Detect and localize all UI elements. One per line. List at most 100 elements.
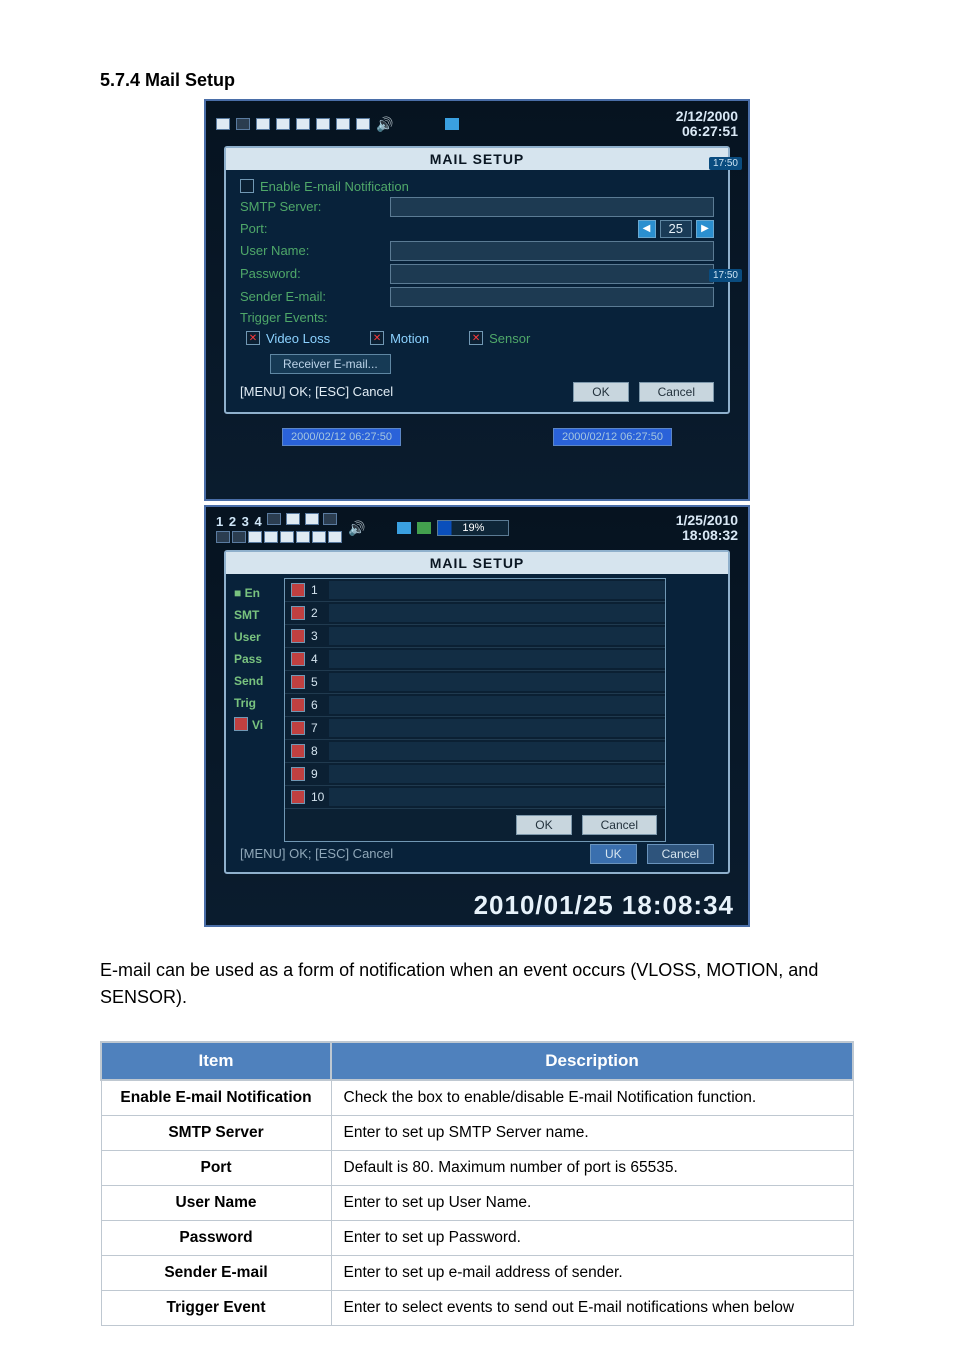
time-text: 06:27:51 (676, 124, 738, 139)
channel-indicator (248, 531, 262, 543)
ok-button[interactable]: OK (516, 815, 571, 835)
hint-text: [MENU] OK; [ESC] Cancel (240, 846, 580, 861)
channel-indicator (356, 118, 370, 130)
recv-checkbox[interactable] (291, 629, 305, 643)
port-increment-button[interactable]: ▶ (696, 220, 714, 238)
recv-checkbox[interactable] (291, 767, 305, 781)
list-item: 9 (285, 763, 665, 786)
dialog-body: Enable E-mail Notification SMTP Server: … (226, 170, 728, 412)
sensor-checkbox[interactable]: ✕ (469, 331, 483, 345)
popup-footer: OK Cancel (285, 809, 665, 841)
user-row: User Name: (240, 241, 714, 261)
recv-input[interactable] (329, 765, 665, 783)
pass-input[interactable] (390, 264, 714, 284)
dialog-footer: [MENU] OK; [ESC] Cancel OK Cancel (240, 382, 714, 402)
trigger-sensor: ✕ Sensor (469, 331, 530, 346)
time-badge: 17:50 (709, 269, 742, 282)
enable-label: Enable E-mail Notification (260, 179, 409, 194)
recv-checkbox[interactable] (291, 698, 305, 712)
ok-button[interactable]: OK (573, 382, 628, 402)
label-pass: Pass (234, 648, 263, 670)
digits-text: 1 2 3 4 (216, 514, 263, 529)
recv-checkbox[interactable] (291, 652, 305, 666)
table-row: User NameEnter to set up User Name. (101, 1186, 853, 1221)
channel-boxes-row2 (216, 531, 342, 543)
smtp-input[interactable] (390, 197, 714, 217)
disk-icon (417, 522, 431, 534)
channel-indicator (336, 118, 350, 130)
cancel-button[interactable]: Cancel (582, 815, 657, 835)
screenshot-stack: 🔊 2/12/2000 06:27:51 17:50 17:50 MAIL SE… (204, 99, 750, 927)
recv-input[interactable] (329, 742, 665, 760)
channel-indicator (216, 531, 230, 543)
recv-checkbox[interactable] (291, 583, 305, 597)
sender-input[interactable] (390, 287, 714, 307)
port-value: 25 (660, 220, 692, 238)
vloss-checkbox[interactable]: ✕ (246, 331, 260, 345)
channel-area: 1 2 3 4 (216, 513, 342, 543)
recv-input[interactable] (329, 604, 665, 622)
shot2-status-bar: 1 2 3 4 (206, 507, 748, 544)
receiver-email-button[interactable]: Receiver E-mail... (270, 354, 391, 374)
description-table: Item Description Enable E-mail Notificat… (100, 1041, 854, 1326)
vloss-label: Video Loss (266, 331, 330, 346)
recv-checkbox[interactable] (291, 744, 305, 758)
channel-indicator (236, 118, 250, 130)
channel-indicator (296, 118, 310, 130)
pass-row: Password: (240, 264, 714, 284)
channel-indicator (267, 513, 281, 525)
table-cell-desc: Enter to set up User Name. (331, 1186, 853, 1221)
recv-input[interactable] (329, 696, 665, 714)
timestamp-left: 2000/02/12 06:27:50 (282, 428, 401, 446)
recv-checkbox[interactable] (291, 675, 305, 689)
label-vi: Vi (234, 714, 263, 736)
port-label: Port: (240, 221, 390, 236)
motion-checkbox[interactable]: ✕ (370, 331, 384, 345)
mail-setup-dialog: MAIL SETUP Enable E-mail Notification SM… (224, 146, 730, 414)
recv-checkbox[interactable] (291, 606, 305, 620)
date-text: 2/12/2000 (676, 109, 738, 124)
label-smt: SMT (234, 604, 263, 626)
channel-indicator (316, 118, 330, 130)
table-cell-item: Port (101, 1151, 331, 1186)
channel-indicator (216, 118, 230, 130)
label-trig: Trig (234, 692, 263, 714)
motion-label: Motion (390, 331, 429, 346)
cancel-button[interactable]: Cancel (639, 382, 714, 402)
recv-input[interactable] (329, 581, 665, 599)
sensor-label: Sensor (489, 331, 530, 346)
port-row: Port: ◀ 25 ▶ (240, 220, 714, 238)
trigger-vloss: ✕ Video Loss (246, 331, 330, 346)
recv-checkbox[interactable] (291, 721, 305, 735)
recv-num: 3 (311, 629, 329, 643)
list-item: 5 (285, 671, 665, 694)
recv-num: 4 (311, 652, 329, 666)
cancel-button[interactable]: Cancel (647, 844, 714, 864)
recv-input[interactable] (329, 673, 665, 691)
recv-num: 9 (311, 767, 329, 781)
smtp-label: SMTP Server: (240, 199, 390, 214)
recv-input[interactable] (329, 650, 665, 668)
table-row: Enable E-mail NotificationCheck the box … (101, 1080, 853, 1116)
datetime: 2/12/2000 06:27:51 (676, 109, 738, 140)
sender-row: Sender E-mail: (240, 287, 714, 307)
port-decrement-button[interactable]: ◀ (638, 220, 656, 238)
uk-button[interactable]: UK (590, 844, 637, 864)
recv-input[interactable] (329, 627, 665, 645)
trigger-motion: ✕ Motion (370, 331, 429, 346)
table-cell-desc: Enter to set up Password. (331, 1221, 853, 1256)
table-header-item: Item (101, 1042, 331, 1080)
enable-checkbox[interactable] (240, 179, 254, 193)
user-input[interactable] (390, 241, 714, 261)
table-cell-item: Enable E-mail Notification (101, 1080, 331, 1116)
list-item: 4 (285, 648, 665, 671)
recv-input[interactable] (329, 788, 665, 806)
recv-input[interactable] (329, 719, 665, 737)
list-item: 8 (285, 740, 665, 763)
network-icon (397, 522, 411, 534)
recv-checkbox[interactable] (291, 790, 305, 804)
table-cell-item: User Name (101, 1186, 331, 1221)
recv-num: 10 (311, 790, 329, 804)
time-badge: 17:50 (709, 157, 742, 170)
recv-num: 2 (311, 606, 329, 620)
